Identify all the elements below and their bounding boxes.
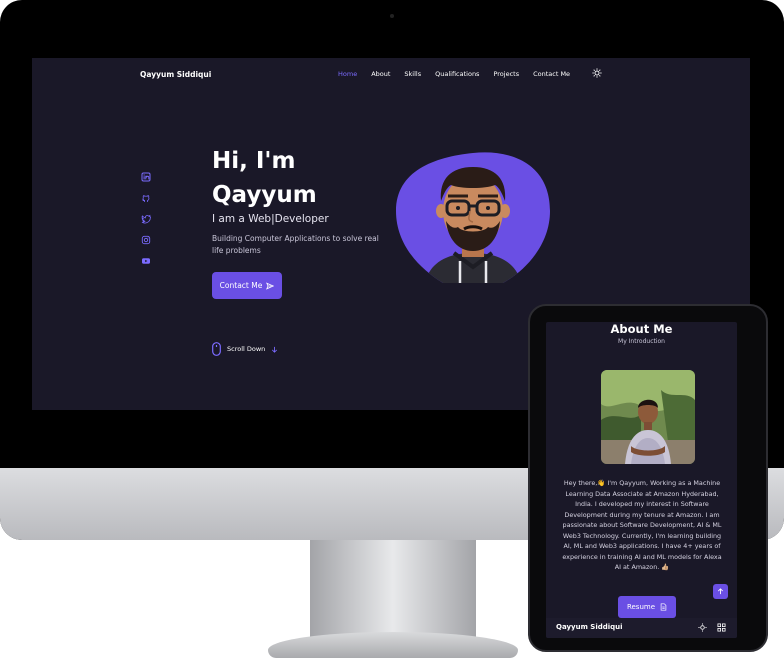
twitter-icon[interactable] (141, 214, 151, 224)
resume-label: Resume (626, 603, 656, 611)
imac-stand-foot (268, 632, 518, 658)
nav-projects[interactable]: Projects (493, 70, 519, 78)
youtube-icon[interactable] (141, 256, 151, 266)
hero-title-line1: Hi, I'm (212, 148, 296, 174)
social-links (141, 172, 151, 266)
nav-contact[interactable]: Contact Me (533, 70, 570, 78)
hero-title-line2: Qayyum (212, 182, 317, 208)
hero-subtitle: I am a Web|Developer (212, 213, 329, 225)
contact-me-label: Contact Me (219, 281, 263, 290)
profile-photo (601, 370, 695, 464)
nav-qualifications[interactable]: Qualifications (435, 70, 479, 78)
github-icon[interactable] (141, 193, 151, 203)
nav-skills[interactable]: Skills (404, 70, 421, 78)
nav-menu: Home About Skills Qualifications Project… (338, 70, 570, 78)
tablet-brand[interactable]: Qayyum Siddiqui (556, 623, 623, 631)
about-subtitle: My Introduction (618, 338, 665, 345)
arrow-down-icon (272, 346, 278, 353)
instagram-icon[interactable] (141, 235, 151, 245)
developer-avatar-illustration (396, 152, 550, 283)
nav-about[interactable]: About (371, 70, 390, 78)
sun-icon[interactable] (592, 68, 602, 78)
scroll-down-link[interactable]: Scroll Down (212, 342, 278, 356)
about-title: About Me (610, 322, 673, 336)
scroll-up-button[interactable] (713, 584, 728, 599)
hero-description: Building Computer Applications to solve … (212, 234, 379, 255)
contact-me-button[interactable]: Contact Me (212, 272, 282, 299)
resume-button[interactable]: Resume (618, 596, 676, 618)
brand-logo[interactable]: Qayyum Siddiqui (140, 70, 211, 79)
linkedin-icon[interactable] (141, 172, 151, 182)
hero-title: Hi, I'm Qayyum (212, 144, 317, 212)
about-description: Hey there,👋 I'm Qayyum, Working as a Mac… (562, 479, 722, 571)
tablet-bottom-nav: Qayyum Siddiqui (546, 618, 737, 638)
sun-icon[interactable] (698, 623, 707, 632)
mouse-icon (212, 342, 221, 356)
document-icon (660, 603, 667, 611)
arrow-up-icon (718, 588, 723, 595)
grid-menu-icon[interactable] (717, 623, 726, 632)
nav-home[interactable]: Home (338, 70, 357, 78)
send-icon (266, 281, 275, 290)
imac-stand-neck (310, 540, 476, 640)
tablet-screen: About Me My Introduction Hey there,👋 I'm… (546, 322, 737, 638)
scroll-down-label: Scroll Down (227, 345, 266, 353)
camera (390, 14, 394, 18)
